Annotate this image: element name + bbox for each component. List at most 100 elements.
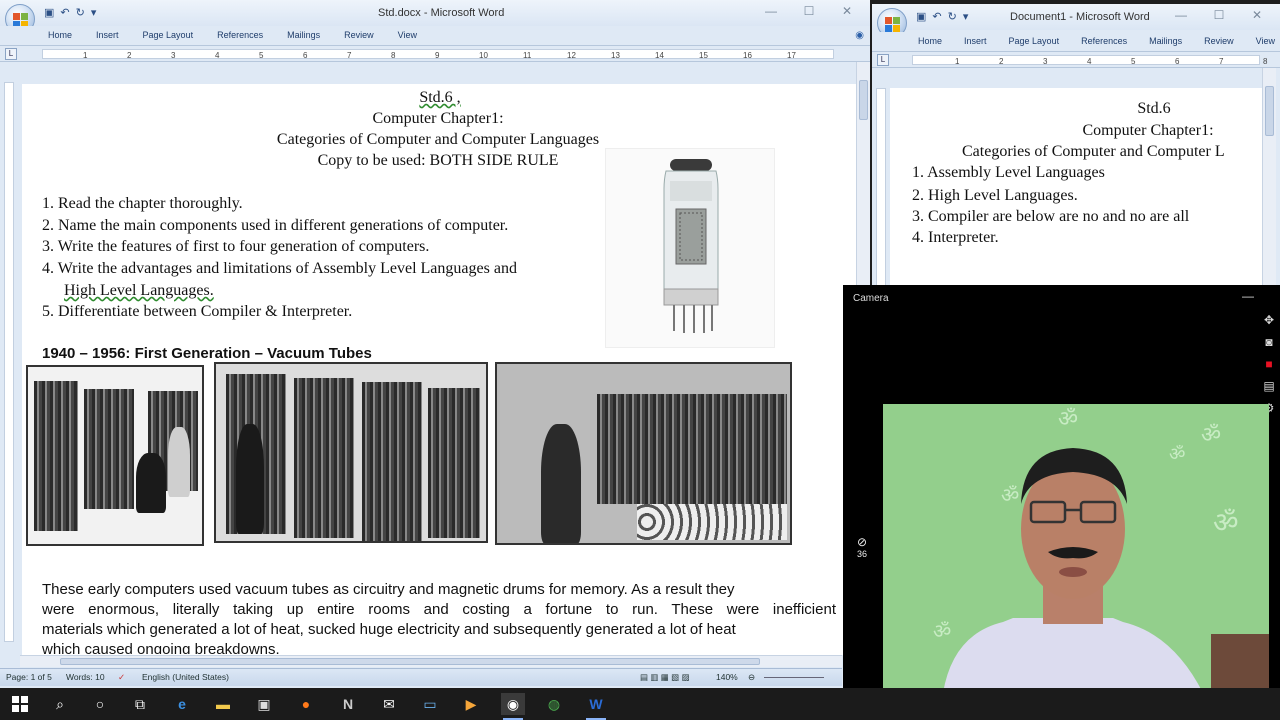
tab-page-layout[interactable]: Page Layout (143, 30, 194, 40)
ruler-number: 4 (215, 51, 220, 60)
status-language[interactable]: English (United States) (142, 672, 229, 682)
scroll-thumb[interactable] (859, 80, 868, 120)
media-player-icon[interactable]: ▶ (459, 693, 483, 715)
camera-feed: ॐ ॐ ॐ ॐ ॐ ॐ (883, 404, 1269, 693)
ruler-number: 1 (955, 57, 960, 66)
eniac-photo-2[interactable] (214, 362, 488, 543)
svg-text:ॐ: ॐ (1169, 444, 1185, 465)
status-page[interactable]: Page: 1 of 5 (6, 672, 52, 682)
tab-review[interactable]: Review (344, 30, 374, 40)
tab-references[interactable]: References (1081, 36, 1127, 46)
tab-selector-2[interactable]: L (877, 54, 889, 66)
section-heading: 1940 – 1956: First Generation – Vacuum T… (42, 345, 372, 362)
ruler-number: 7 (347, 51, 352, 60)
ruler-number: 3 (1043, 57, 1048, 66)
edge-icon[interactable]: e (170, 693, 194, 715)
maximize-icon[interactable]: ☐ (790, 4, 828, 18)
ruler-number: 4 (1087, 57, 1092, 66)
close-icon[interactable]: ✕ (828, 4, 866, 18)
zoom-out-icon[interactable]: ⊖ (748, 672, 755, 683)
eniac-photo-1[interactable] (26, 365, 204, 546)
tab-references[interactable]: References (217, 30, 263, 40)
window-title: Std.docx - Microsoft Word (378, 7, 505, 19)
scroll-thumb-2[interactable] (1265, 86, 1274, 136)
tab-insert[interactable]: Insert (964, 36, 987, 46)
tab-view[interactable]: View (398, 30, 417, 40)
ribbon-tabs-2: Home Insert Page Layout References Maili… (872, 32, 1280, 52)
window-controls: — ☐ ✕ (752, 4, 866, 18)
second-word-window: ▣ ↶ ↻ ▾ Document1 - Microsoft Word — ☐ ✕… (872, 4, 1280, 285)
paragraph-line-1: These early computers used vacuum tubes … (42, 581, 735, 598)
tab-review[interactable]: Review (1204, 36, 1234, 46)
save-icon[interactable]: ▣ (916, 10, 926, 24)
minimize-icon[interactable]: — (752, 4, 790, 18)
taskbar: ⌕ ○ ⧉ e ▬ ▣ ● N ✉ ▭ ▶ ◉ ◍ W (0, 688, 1280, 720)
ruler-number: 3 (171, 51, 176, 60)
horizontal-ruler-2: L 123456789 (872, 52, 1280, 68)
horizontal-scrollbar[interactable] (20, 655, 842, 667)
store-icon[interactable]: ▣ (252, 693, 276, 715)
tab-home[interactable]: Home (918, 36, 942, 46)
file-explorer-icon[interactable]: ▬ (211, 693, 235, 715)
settings-pin-icon[interactable]: ✥ (1264, 313, 1274, 327)
customize-qat-icon[interactable]: ▾ (963, 10, 969, 24)
tab-selector[interactable]: L (5, 48, 17, 60)
quick-access-toolbar-2: ▣ ↶ ↻ ▾ (916, 10, 968, 24)
paragraph-line-4: which caused ongoing breakdowns. (42, 641, 280, 654)
close-icon[interactable]: ✕ (1238, 8, 1276, 22)
doc-line-chapter: Computer Chapter1: (372, 110, 504, 127)
ruler-number: 15 (699, 51, 708, 60)
maximize-icon[interactable]: ☐ (1200, 8, 1238, 22)
minimize-icon[interactable]: — (1162, 8, 1200, 22)
undo-icon[interactable]: ↶ (932, 10, 941, 24)
timer-value: 36 (857, 549, 868, 559)
timer-icon[interactable]: ⊘ (857, 535, 867, 549)
redo-icon[interactable]: ↻ (948, 10, 957, 24)
chrome-icon[interactable]: ◍ (542, 693, 566, 715)
redo-icon[interactable]: ↻ (76, 6, 85, 20)
zoom-slider[interactable] (764, 677, 824, 678)
tab-mailings[interactable]: Mailings (1149, 36, 1182, 46)
photo-mode-icon[interactable]: ◙ (1265, 335, 1272, 349)
customize-qat-icon[interactable]: ▾ (91, 6, 97, 20)
tab-home[interactable]: Home (48, 30, 72, 40)
video-mode-icon[interactable]: ■ (1265, 357, 1272, 371)
save-icon[interactable]: ▣ (44, 6, 54, 20)
question-5: 5. Differentiate between Compiler & Inte… (42, 303, 353, 320)
document-page-2[interactable]: Std.6 Computer Chapter1: Categories of C… (890, 88, 1262, 285)
gallery-icon[interactable]: ▤ (1263, 379, 1274, 393)
photos-icon[interactable]: ▭ (418, 693, 442, 715)
univac-photo[interactable] (495, 362, 792, 545)
ruler-number: 17 (787, 51, 796, 60)
mail-icon[interactable]: ✉ (377, 693, 401, 715)
status-words[interactable]: Words: 10 (66, 672, 105, 682)
search-icon[interactable]: ⌕ (48, 693, 72, 715)
windows-start-icon[interactable] (8, 693, 32, 715)
view-buttons-icon[interactable]: ▤ ▥ ▦ ▧ ▨ (640, 672, 690, 683)
help-icon[interactable]: ◉ (855, 30, 864, 41)
document-page[interactable]: Std.6 , Computer Chapter1: Categories of… (22, 84, 856, 655)
minimize-icon[interactable]: — (1242, 289, 1254, 303)
tab-insert[interactable]: Insert (96, 30, 119, 40)
doc2-item-2: 2. High Level Languages. (912, 187, 1078, 204)
tab-mailings[interactable]: Mailings (287, 30, 320, 40)
left-gutter (0, 62, 22, 655)
word-icon[interactable]: W (584, 693, 608, 720)
tab-view[interactable]: View (1256, 36, 1275, 46)
status-zoom[interactable]: 140% (716, 672, 738, 682)
paragraph-line-2: were enormous, literally taking up entir… (42, 601, 836, 618)
proofing-icon[interactable]: ✓ (118, 672, 125, 683)
camera-icon[interactable]: ◉ (501, 693, 525, 720)
ruler-number: 9 (435, 51, 440, 60)
notion-icon[interactable]: N (336, 693, 360, 715)
doc2-item-1: 1. Assembly Level Languages (912, 164, 1105, 181)
cortana-icon[interactable]: ○ (88, 693, 112, 715)
vacuum-tube-image[interactable] (605, 148, 775, 348)
undo-icon[interactable]: ↶ (60, 6, 69, 20)
ruler-number: 8 (391, 51, 396, 60)
firefox-icon[interactable]: ● (294, 693, 318, 715)
vertical-scrollbar-2[interactable] (1262, 68, 1276, 285)
tab-page-layout[interactable]: Page Layout (1009, 36, 1060, 46)
task-view-icon[interactable]: ⧉ (128, 693, 152, 715)
hscroll-thumb[interactable] (60, 658, 760, 665)
